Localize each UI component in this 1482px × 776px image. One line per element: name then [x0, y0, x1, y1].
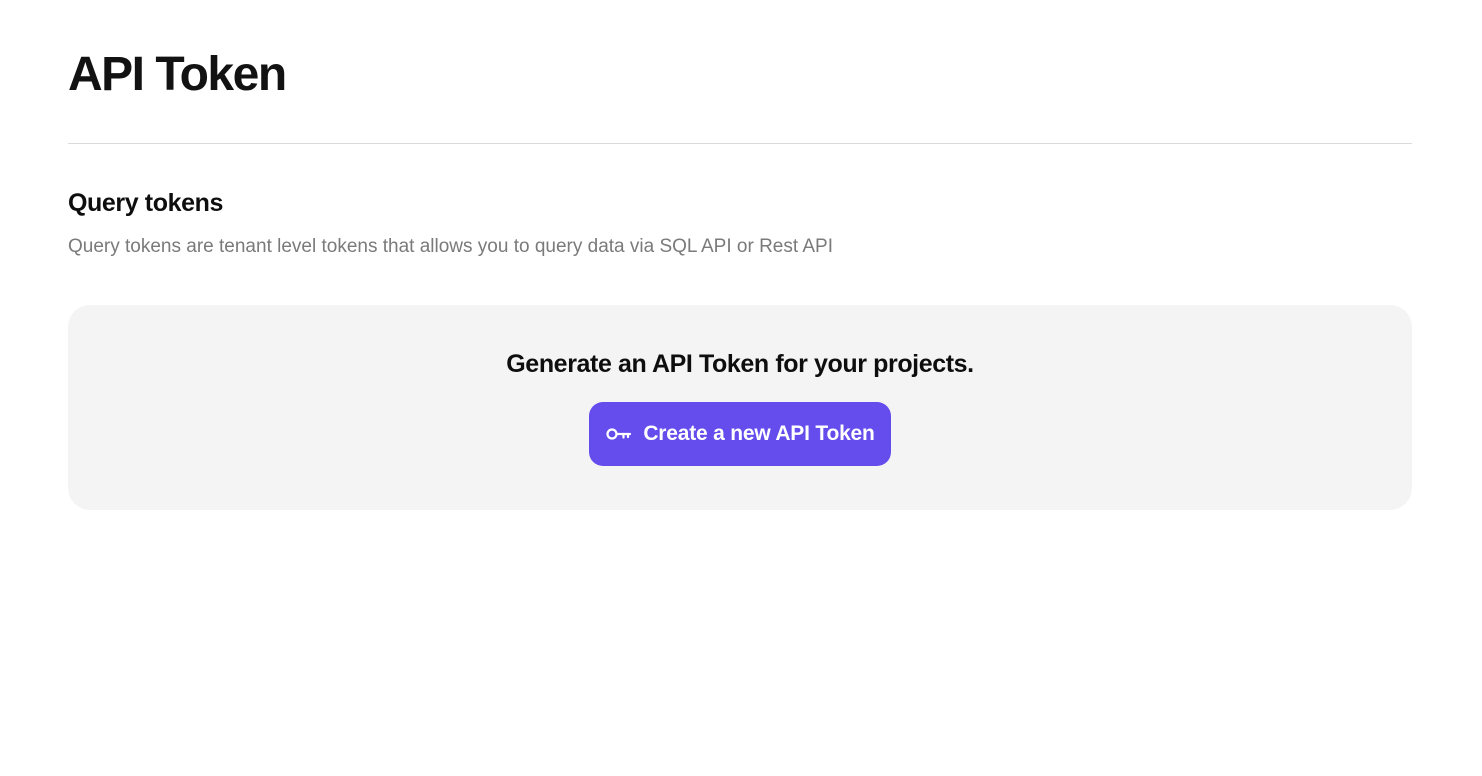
- divider: [68, 143, 1412, 144]
- empty-state-message: Generate an API Token for your projects.: [506, 350, 974, 378]
- query-tokens-heading: Query tokens: [68, 189, 223, 217]
- create-api-token-label: Create a new API Token: [643, 422, 875, 445]
- key-icon: [605, 424, 633, 444]
- page-title: API Token: [68, 48, 287, 101]
- create-api-token-button[interactable]: Create a new API Token: [589, 402, 891, 466]
- empty-state-card: Generate an API Token for your projects.…: [68, 305, 1412, 510]
- query-tokens-description: Query tokens are tenant level tokens tha…: [68, 236, 833, 257]
